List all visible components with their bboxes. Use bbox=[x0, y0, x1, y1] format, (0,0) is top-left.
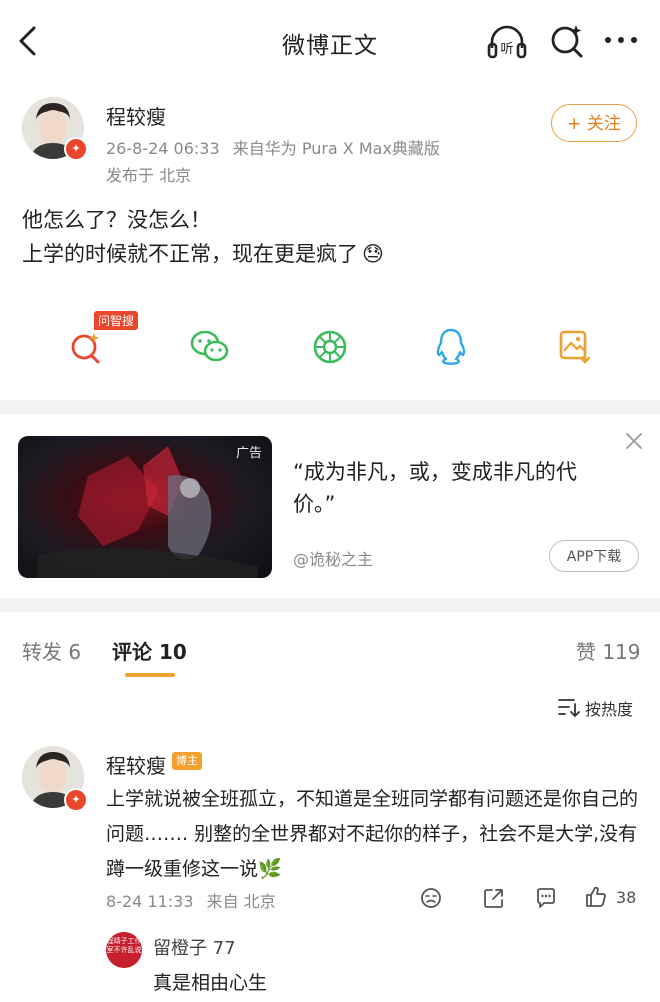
ad-headline[interactable]: “成为非凡，或，变成非凡的代价。” bbox=[293, 456, 613, 520]
top-bar: 微博正文 听 bbox=[0, 0, 660, 82]
more-options-icon[interactable] bbox=[604, 34, 640, 46]
ad-image[interactable]: 广告 bbox=[18, 436, 272, 578]
ai-search-share-icon[interactable] bbox=[68, 330, 104, 366]
post-time: 26-8-24 06:33 bbox=[106, 139, 220, 158]
blogger-badge: 博主 bbox=[172, 752, 202, 770]
reply-author-avatar[interactable]: 程靖子工作室不许乱说 bbox=[106, 932, 142, 968]
sort-icon[interactable] bbox=[558, 697, 580, 717]
comment-verified-badge-icon: ✦ bbox=[64, 788, 88, 812]
reply-comment-icon[interactable] bbox=[535, 887, 557, 909]
post-text-line-1: 他怎么了？没怎么！ bbox=[22, 208, 211, 232]
emoji-react-icon[interactable] bbox=[420, 887, 442, 909]
reply-text: 真是相由心生 bbox=[153, 972, 268, 994]
tab-reposts[interactable]: 转发 6 bbox=[22, 636, 81, 665]
section-divider bbox=[0, 400, 660, 414]
ai-search-badge: 问智搜 bbox=[94, 311, 139, 330]
close-ad-icon[interactable] bbox=[625, 432, 643, 450]
sort-by-hot-label[interactable]: 按热度 bbox=[585, 696, 633, 720]
section-divider bbox=[0, 598, 660, 612]
app-download-button[interactable]: APP下载 bbox=[549, 540, 639, 572]
reply-author-name[interactable]: 留橙子 77 bbox=[153, 934, 236, 960]
ad-tag: 广告 bbox=[235, 446, 262, 461]
verified-badge-icon: ✦ bbox=[64, 137, 88, 161]
active-tab-indicator bbox=[125, 673, 175, 677]
qq-share-icon[interactable] bbox=[434, 327, 468, 367]
listen-label: 听 bbox=[500, 42, 513, 57]
comment-meta: 8-24 11:33 来自 北京 bbox=[106, 888, 276, 912]
comment-time: 8-24 11:33 bbox=[106, 892, 194, 911]
ad-source[interactable]: @诡秘之主 bbox=[293, 546, 373, 570]
comment-like-count: 38 bbox=[616, 888, 637, 907]
moments-share-icon[interactable] bbox=[312, 329, 348, 365]
sweat-emoji-icon: 😓 bbox=[362, 242, 384, 266]
post-meta-line: 26-8-24 06:33 来自华为 Pura X Max典藏版 bbox=[106, 135, 440, 159]
comment-location: 来自 北京 bbox=[206, 892, 276, 911]
post-author-name[interactable]: 程较瘦 bbox=[106, 101, 166, 130]
tab-comments[interactable]: 评论 10 bbox=[112, 636, 187, 665]
tab-likes[interactable]: 赞 119 bbox=[576, 636, 641, 665]
post-text-line-2-content: 上学的时候就不正常，现在更是疯了 bbox=[22, 242, 358, 266]
post-text-line-2: 上学的时候就不正常，现在更是疯了 😓 bbox=[22, 238, 384, 268]
like-thumb-icon[interactable] bbox=[584, 885, 608, 909]
wechat-share-icon[interactable] bbox=[190, 329, 230, 365]
search-sparkle-icon[interactable] bbox=[549, 22, 585, 60]
post-location: 发布于 北京 bbox=[106, 166, 192, 185]
comment-author-name[interactable]: 程较瘦 bbox=[106, 750, 166, 779]
save-image-share-icon[interactable] bbox=[558, 329, 592, 365]
listen-headphones-icon[interactable]: 听 bbox=[486, 22, 528, 62]
comment-text: 上学就说被全班孤立，不知道是全班同学都有问题还是你自己的问题……. 别整的全世界… bbox=[106, 788, 639, 880]
forward-icon[interactable] bbox=[483, 887, 505, 909]
follow-button[interactable]: + 关注 bbox=[551, 104, 637, 142]
post-source: 来自华为 Pura X Max典藏版 bbox=[232, 139, 440, 158]
